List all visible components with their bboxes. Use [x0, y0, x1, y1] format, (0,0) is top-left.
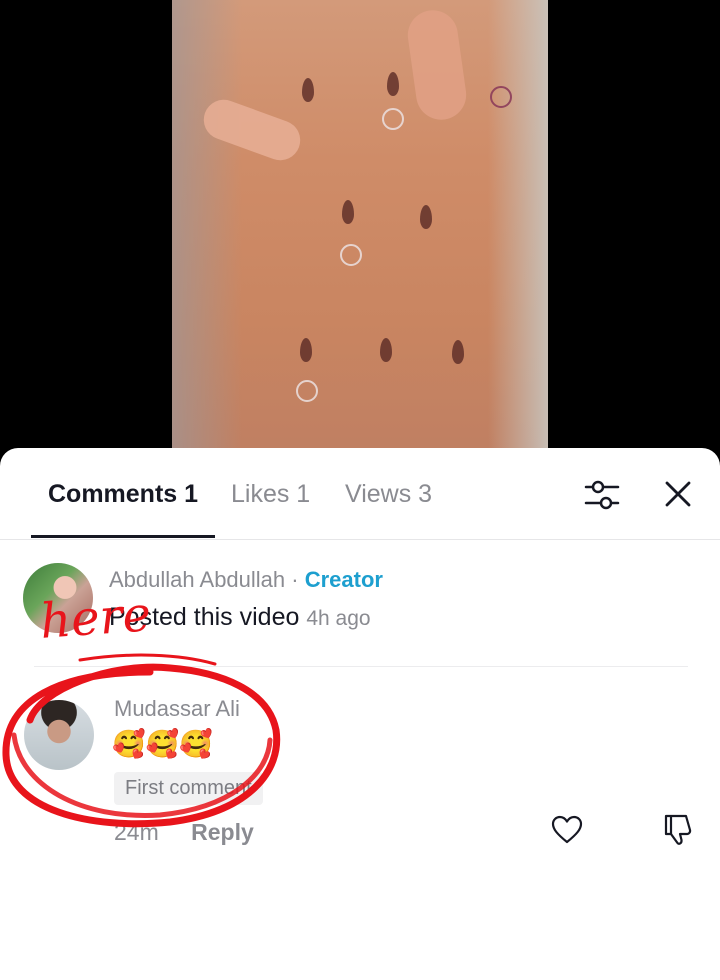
thumbs-down-icon[interactable] [662, 813, 694, 847]
post-time: 4h ago [306, 607, 371, 630]
tab-likes[interactable]: Likes 1 [231, 480, 310, 509]
video-shade-left [172, 0, 242, 460]
video-pattern-ring [490, 86, 512, 108]
comment-text: 🥰🥰🥰 [112, 729, 213, 759]
first-comment-badge: First comment [114, 772, 263, 805]
video-pattern-ring [382, 108, 404, 130]
tab-divider [0, 539, 720, 540]
video-pattern-mark [380, 338, 392, 362]
video-hand [404, 7, 470, 123]
video-pattern-mark [420, 205, 432, 229]
close-icon[interactable] [664, 480, 692, 508]
avatar[interactable] [23, 563, 93, 633]
video-pattern-mark [342, 200, 354, 224]
creator-badge: Creator [304, 567, 383, 592]
comments-sheet: Comments 1 Likes 1 Views 3 Abdullah Abdu… [0, 448, 720, 980]
video-pattern-ring [296, 380, 318, 402]
reply-button[interactable]: Reply [191, 819, 254, 845]
video-frame[interactable] [172, 0, 548, 460]
comment-author-name[interactable]: Mudassar Ali [114, 696, 240, 722]
sliders-icon[interactable] [583, 478, 621, 512]
video-pattern-mark [302, 78, 314, 102]
video-pattern-mark [452, 340, 464, 364]
post-text: Posted this video [109, 603, 300, 631]
video-shade-right [488, 0, 548, 460]
heart-icon[interactable] [551, 815, 583, 845]
separator-dot: · [291, 567, 299, 592]
tab-views[interactable]: Views 3 [345, 480, 432, 509]
post-text-line: Posted this video 4h ago [109, 603, 371, 632]
comment-meta: 24m Reply [114, 819, 254, 846]
video-pattern-mark [387, 72, 399, 96]
video-player[interactable] [0, 0, 720, 460]
active-tab-indicator [31, 535, 215, 538]
post-author-line: Abdullah Abdullah · Creator [109, 567, 383, 593]
comment-time: 24m [114, 819, 159, 845]
tab-bar: Comments 1 Likes 1 Views 3 [0, 448, 720, 540]
post-author-name[interactable]: Abdullah Abdullah [109, 567, 285, 592]
video-pattern-mark [300, 338, 312, 362]
tab-comments[interactable]: Comments 1 [48, 480, 198, 509]
avatar[interactable] [24, 700, 94, 770]
row-divider [34, 666, 688, 667]
video-pattern-ring [340, 244, 362, 266]
